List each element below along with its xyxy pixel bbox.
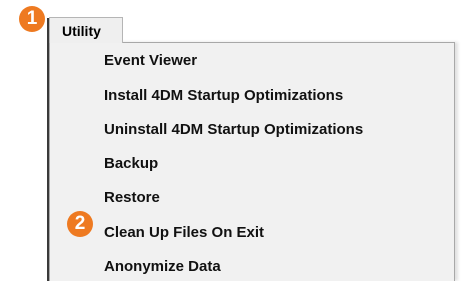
menu-item-anonymize-data[interactable]: Anonymize Data: [104, 258, 221, 275]
menu-item-backup[interactable]: Backup: [104, 155, 158, 172]
menu-item-event-viewer[interactable]: Event Viewer: [104, 52, 197, 69]
menu-item-clean-up-files-on-exit[interactable]: Clean Up Files On Exit: [104, 224, 264, 241]
callout-badge-1: 1: [19, 6, 45, 32]
callout-badge-2: 2: [67, 211, 93, 237]
dropdown-top-border: [123, 42, 455, 43]
menu-item-install-startup-optimizations[interactable]: Install 4DM Startup Optimizations: [104, 87, 343, 104]
menu-item-uninstall-startup-optimizations[interactable]: Uninstall 4DM Startup Optimizations: [104, 121, 363, 138]
window-frame-edge: [47, 18, 49, 281]
menu-item-restore[interactable]: Restore: [104, 189, 160, 206]
utility-menu-screenshot: Utility Event Viewer Install 4DM Startup…: [0, 0, 461, 281]
menu-utility[interactable]: Utility: [49, 17, 123, 43]
